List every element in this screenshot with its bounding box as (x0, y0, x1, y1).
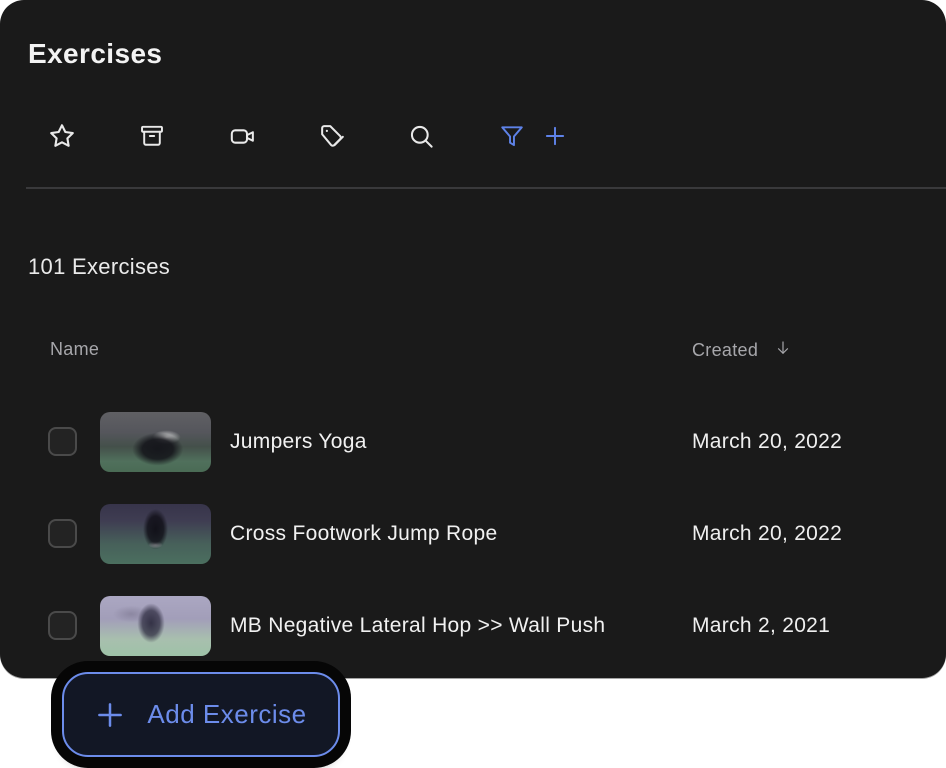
column-header-name: Name (50, 339, 99, 360)
page-title: Exercises (28, 38, 162, 70)
archive-icon[interactable] (137, 121, 167, 151)
row-checkbox[interactable] (48, 519, 77, 548)
toolbar-divider (26, 187, 946, 189)
add-exercise-button[interactable]: Add Exercise (62, 672, 340, 757)
add-filter-plus-icon[interactable] (540, 121, 570, 151)
table-row[interactable]: Jumpers Yoga March 20, 2022 (0, 412, 946, 472)
exercise-created-date: March 20, 2022 (692, 430, 842, 454)
favorites-star-icon[interactable] (47, 121, 77, 151)
tags-icon[interactable] (317, 121, 347, 151)
sort-descending-icon (774, 339, 792, 362)
exercises-screen: Exercises 101 Exercises Name Created (0, 0, 946, 768)
video-icon[interactable] (227, 121, 257, 151)
exercise-name: MB Negative Lateral Hop >> Wall Push (230, 614, 605, 638)
exercises-panel: Exercises 101 Exercises Name Created (0, 0, 946, 678)
exercise-video-thumbnail[interactable] (100, 412, 211, 472)
exercise-video-thumbnail[interactable] (100, 504, 211, 564)
exercise-name: Cross Footwork Jump Rope (230, 522, 497, 546)
exercise-created-date: March 20, 2022 (692, 522, 842, 546)
table-row[interactable]: MB Negative Lateral Hop >> Wall Push Mar… (0, 596, 946, 656)
exercise-video-thumbnail[interactable] (100, 596, 211, 656)
column-header-created[interactable]: Created (692, 339, 792, 362)
filter-icon[interactable] (497, 121, 527, 151)
plus-icon (95, 700, 125, 730)
exercise-count: 101 Exercises (28, 254, 170, 280)
exercise-created-date: March 2, 2021 (692, 614, 830, 638)
column-header-created-label: Created (692, 340, 758, 361)
search-icon[interactable] (406, 121, 436, 151)
row-checkbox[interactable] (48, 427, 77, 456)
row-checkbox[interactable] (48, 611, 77, 640)
add-exercise-button-label: Add Exercise (147, 699, 306, 730)
exercise-name: Jumpers Yoga (230, 430, 367, 454)
table-row[interactable]: Cross Footwork Jump Rope March 20, 2022 (0, 504, 946, 564)
